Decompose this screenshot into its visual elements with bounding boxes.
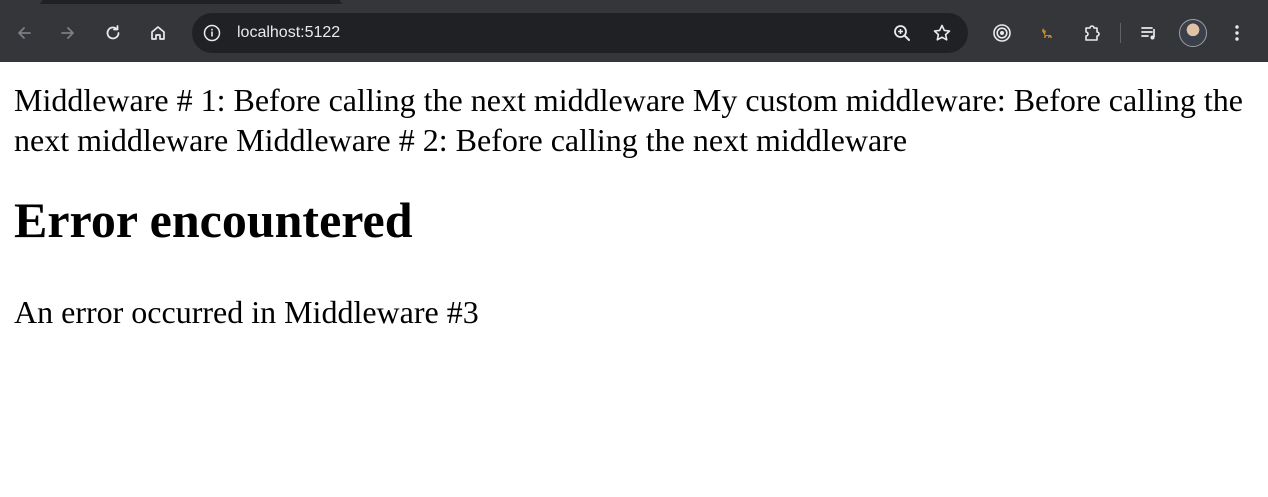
home-button[interactable]: [140, 15, 176, 51]
site-info-button[interactable]: [203, 24, 221, 42]
zoom-icon: [894, 25, 910, 41]
star-icon: [933, 24, 951, 41]
middleware-log: Middleware # 1: Before calling the next …: [14, 82, 1243, 158]
extension-button[interactable]: [984, 15, 1020, 51]
back-button[interactable]: [6, 15, 42, 51]
arrow-left-icon: [18, 27, 31, 39]
address-bar[interactable]: localhost:5122: [192, 13, 968, 53]
extension-button[interactable]: [1029, 15, 1065, 51]
bookmark-button[interactable]: [924, 15, 960, 51]
target-icon: [993, 24, 1011, 42]
url-text[interactable]: localhost:5122: [237, 24, 340, 42]
arrow-right-icon: [61, 27, 74, 39]
puzzle-icon: [1085, 25, 1100, 41]
forward-button[interactable]: [50, 15, 86, 51]
browser-toolbar: localhost:5122: [0, 4, 1268, 62]
home-icon: [151, 26, 165, 40]
page-title: Error encountered: [14, 192, 413, 248]
reload-icon: [106, 25, 120, 40]
avatar-icon: [1179, 19, 1207, 47]
animal-icon: [1042, 28, 1052, 38]
media-button[interactable]: [1131, 15, 1167, 51]
playlist-icon: [1141, 27, 1155, 40]
reload-button[interactable]: [95, 15, 131, 51]
info-icon: [203, 24, 221, 42]
kebab-menu-icon: [1235, 25, 1239, 41]
menu-button[interactable]: [1219, 15, 1255, 51]
zoom-button[interactable]: [884, 15, 920, 51]
page-content: Middleware # 1: Before calling the next …: [0, 62, 1268, 332]
toolbar-divider: [1120, 23, 1121, 43]
extensions-button[interactable]: [1074, 15, 1110, 51]
profile-button[interactable]: [1175, 15, 1211, 51]
error-message: An error occurred in Middleware #3: [14, 294, 479, 330]
